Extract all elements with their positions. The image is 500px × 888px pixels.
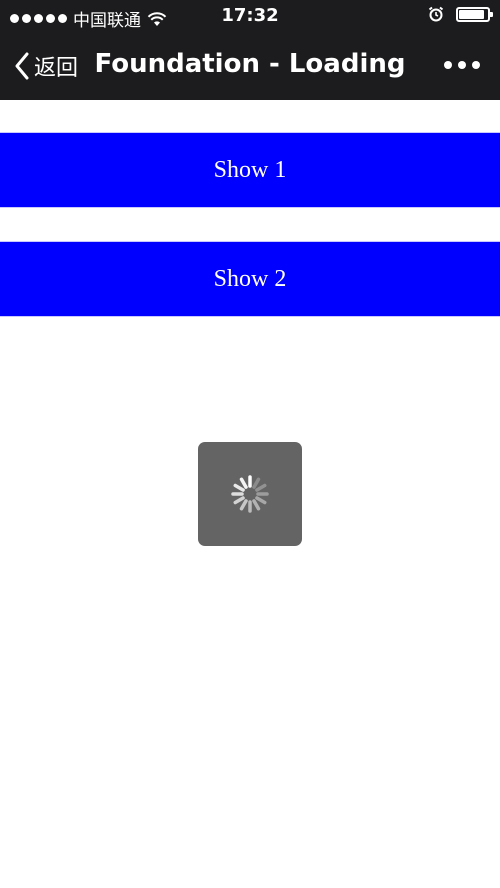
more-dots-icon[interactable] [444,61,480,69]
spinner-spoke [252,477,261,489]
spinner-spoke [255,483,267,492]
spinner-spoke [255,496,267,505]
battery-icon [456,6,493,22]
spinner-spoke [239,477,248,489]
loading-toast [198,442,302,546]
alarm-clock-icon [428,6,444,22]
status-time: 17:32 [221,5,279,26]
loading-spinner-icon [231,475,269,513]
status-right [428,6,493,22]
navigation-bar: 返回 Foundation - Loading [0,33,500,100]
show-2-button[interactable]: Show 2 [0,241,500,317]
status-bar: 中国联通 17:32 [0,0,500,33]
spinner-spoke [252,499,261,511]
spinner-spoke [233,496,245,505]
spinner-spoke [239,499,248,511]
show-1-button[interactable]: Show 1 [0,132,500,208]
page-title: Foundation - Loading [94,49,406,79]
spinner-spoke [233,483,245,492]
